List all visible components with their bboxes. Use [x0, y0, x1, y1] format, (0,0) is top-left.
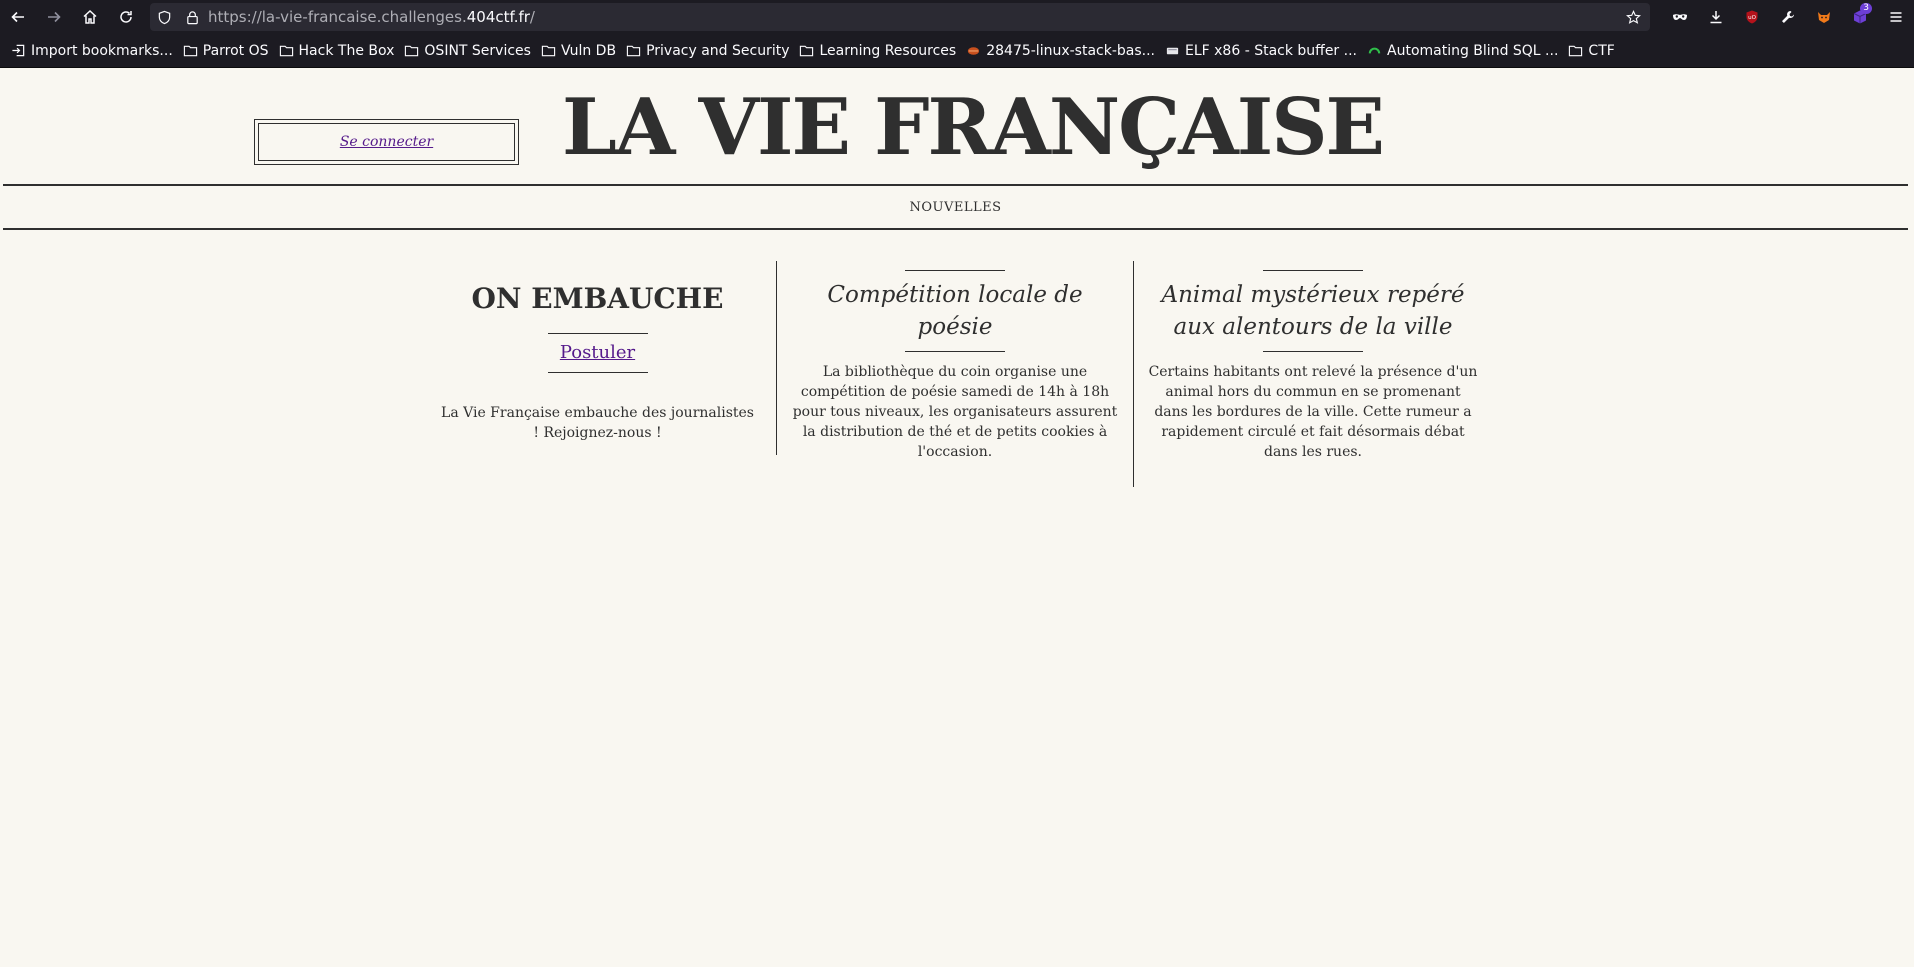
- web-page: Se connecter LA VIE FRANÇAISE NOUVELLES …: [0, 69, 1914, 967]
- forward-button[interactable]: [36, 0, 72, 34]
- download-icon[interactable]: [1698, 0, 1734, 34]
- bookmark-rootme[interactable]: ELF x86 - Stack buffer ...: [1160, 38, 1362, 64]
- arrow-left-icon: [11, 11, 24, 23]
- bookmark-exploit-db[interactable]: 28475-linux-stack-bas...: [961, 38, 1160, 64]
- column-divider: [1133, 261, 1134, 487]
- article-hiring: ON EMBAUCHE Postuler La Vie Française em…: [440, 261, 755, 443]
- hamburger-icon: [1890, 12, 1902, 22]
- url-prefix: https://la-vie-francaise.challenges.: [208, 8, 467, 26]
- back-button[interactable]: [0, 0, 36, 34]
- folder-icon: [800, 45, 814, 57]
- nav-item-nouvelles[interactable]: NOUVELLES: [909, 200, 1001, 215]
- divider: [1263, 270, 1363, 271]
- browser-toolbar: https://la-vie-francaise.challenges.404c…: [0, 0, 1914, 34]
- nav-bar: NOUVELLES: [3, 186, 1908, 228]
- nav-rule-bottom: [3, 228, 1908, 230]
- green-favicon: [1368, 47, 1381, 54]
- bookmark-label: Privacy and Security: [646, 42, 790, 59]
- arrow-right-icon: [48, 11, 61, 23]
- wrench-icon[interactable]: [1770, 0, 1806, 34]
- article-poetry: Compétition locale de poésie La biblioth…: [790, 261, 1120, 462]
- bookmark-label: Vuln DB: [560, 42, 617, 59]
- article-poetry-title: Compétition locale de poésie: [827, 282, 1083, 340]
- reload-button[interactable]: [108, 0, 144, 34]
- url-text[interactable]: https://la-vie-francaise.challenges.404c…: [208, 8, 535, 26]
- rootme-favicon: [1166, 47, 1179, 55]
- folder-icon: [405, 45, 419, 57]
- divider: [1263, 351, 1363, 352]
- site-masthead: LA VIE FRANÇAISE: [562, 82, 1385, 173]
- private-mask-icon[interactable]: [1662, 0, 1698, 34]
- bookmarks-toolbar: Import bookmarks... Parrot OS Hack The B…: [0, 34, 1914, 68]
- shield-icon[interactable]: [150, 3, 178, 31]
- bookmark-label: 28475-linux-stack-bas...: [986, 42, 1155, 59]
- bookmark-folder-parrot-os[interactable]: Parrot OS: [178, 38, 274, 64]
- url-host: 404ctf.fr: [466, 8, 530, 26]
- login-box-inner: Se connecter: [258, 123, 515, 161]
- bookmark-label: Learning Resources: [819, 42, 957, 59]
- menu-button[interactable]: [1878, 0, 1914, 34]
- extension-badge: 3: [1860, 3, 1872, 14]
- ublock-icon[interactable]: uO: [1734, 0, 1770, 34]
- home-button[interactable]: [72, 0, 108, 34]
- article-animal-text: Certains habitants ont relevé la présenc…: [1148, 364, 1478, 460]
- login-link[interactable]: Se connecter: [340, 134, 433, 150]
- divider: [547, 333, 648, 334]
- bookmark-folder-learning-resources[interactable]: Learning Resources: [794, 38, 961, 64]
- apply-link[interactable]: Postuler: [560, 342, 635, 364]
- svg-text:uO: uO: [1748, 15, 1756, 21]
- home-icon: [83, 9, 97, 24]
- lock-icon[interactable]: [178, 3, 206, 31]
- folder-icon: [626, 45, 641, 57]
- bookmark-folder-hack-the-box[interactable]: Hack The Box: [274, 38, 400, 64]
- article-hiring-text: La Vie Française embauche des journalist…: [441, 405, 754, 441]
- login-box: Se connecter: [254, 119, 519, 165]
- bookmark-import[interactable]: Import bookmarks...: [6, 38, 178, 64]
- divider: [547, 372, 648, 373]
- star-icon[interactable]: [1616, 3, 1650, 31]
- import-icon: [12, 44, 25, 57]
- bookmark-label: OSINT Services: [424, 42, 531, 59]
- bookmark-blind-sql[interactable]: Automating Blind SQL ...: [1362, 38, 1563, 64]
- folder-icon: [183, 45, 197, 57]
- folder-icon: [541, 45, 556, 57]
- bookmark-label: Hack The Box: [298, 42, 395, 59]
- article-hiring-title: ON EMBAUCHE: [471, 282, 724, 315]
- foxyproxy-icon[interactable]: [1806, 0, 1842, 34]
- folder-icon: [279, 45, 293, 57]
- reload-icon: [120, 11, 132, 23]
- bookmark-folder-osint-services[interactable]: OSINT Services: [399, 38, 536, 64]
- bookmark-label: Automating Blind SQL ...: [1387, 42, 1559, 59]
- bookmark-label: CTF: [1588, 42, 1615, 59]
- divider: [905, 270, 1005, 271]
- bookmark-label: Import bookmarks...: [31, 42, 173, 59]
- article-animal-title: Animal mystérieux repéré aux alentours d…: [1161, 282, 1465, 340]
- bookmark-folder-privacy-security[interactable]: Privacy and Security: [621, 38, 794, 64]
- bookmark-folder-vuln-db[interactable]: Vuln DB: [536, 38, 621, 64]
- extension-cube-icon[interactable]: 3: [1842, 0, 1878, 34]
- article-poetry-text: La bibliothèque du coin organise une com…: [792, 364, 1118, 460]
- folder-icon: [1569, 45, 1583, 57]
- column-divider: [776, 261, 777, 455]
- exploit-favicon: [968, 47, 980, 55]
- bookmark-label: ELF x86 - Stack buffer ...: [1185, 42, 1357, 59]
- bookmark-folder-ctf[interactable]: CTF: [1563, 38, 1619, 64]
- bookmark-label: Parrot OS: [202, 42, 269, 59]
- article-animal: Animal mystérieux repéré aux alentours d…: [1148, 261, 1478, 462]
- url-suffix: /: [529, 8, 535, 26]
- divider: [905, 351, 1005, 352]
- url-bar[interactable]: https://la-vie-francaise.challenges.404c…: [150, 3, 1650, 31]
